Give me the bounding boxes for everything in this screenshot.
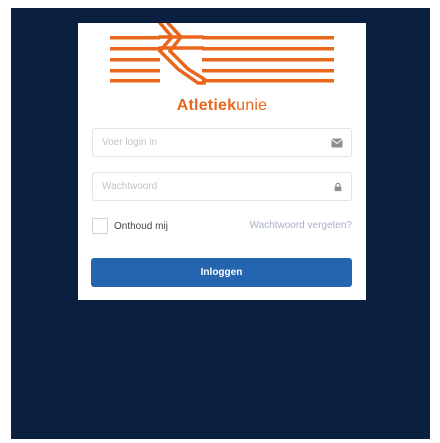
login-input[interactable] (93, 129, 321, 156)
login-card: Atletiekunie Onthoud mij Wachtwoord verg… (78, 23, 366, 300)
forgot-password-link[interactable]: Wachtwoord vergeten? (250, 220, 352, 231)
login-field (92, 128, 352, 157)
brand-name-bold: Atletiek (176, 97, 237, 114)
brand-name: Atletiekunie (78, 97, 366, 115)
login-button[interactable]: Inloggen (91, 258, 352, 287)
remember-me[interactable]: Onthoud mij (92, 217, 168, 235)
password-field (92, 172, 352, 201)
atletiekunie-logo (110, 23, 334, 85)
envelope-icon (331, 138, 343, 148)
remember-label: Onthoud mij (114, 220, 168, 232)
lock-icon (334, 182, 342, 192)
brand-name-regular: unie (236, 97, 268, 114)
password-input[interactable] (93, 173, 321, 200)
remember-checkbox[interactable] (92, 218, 108, 234)
